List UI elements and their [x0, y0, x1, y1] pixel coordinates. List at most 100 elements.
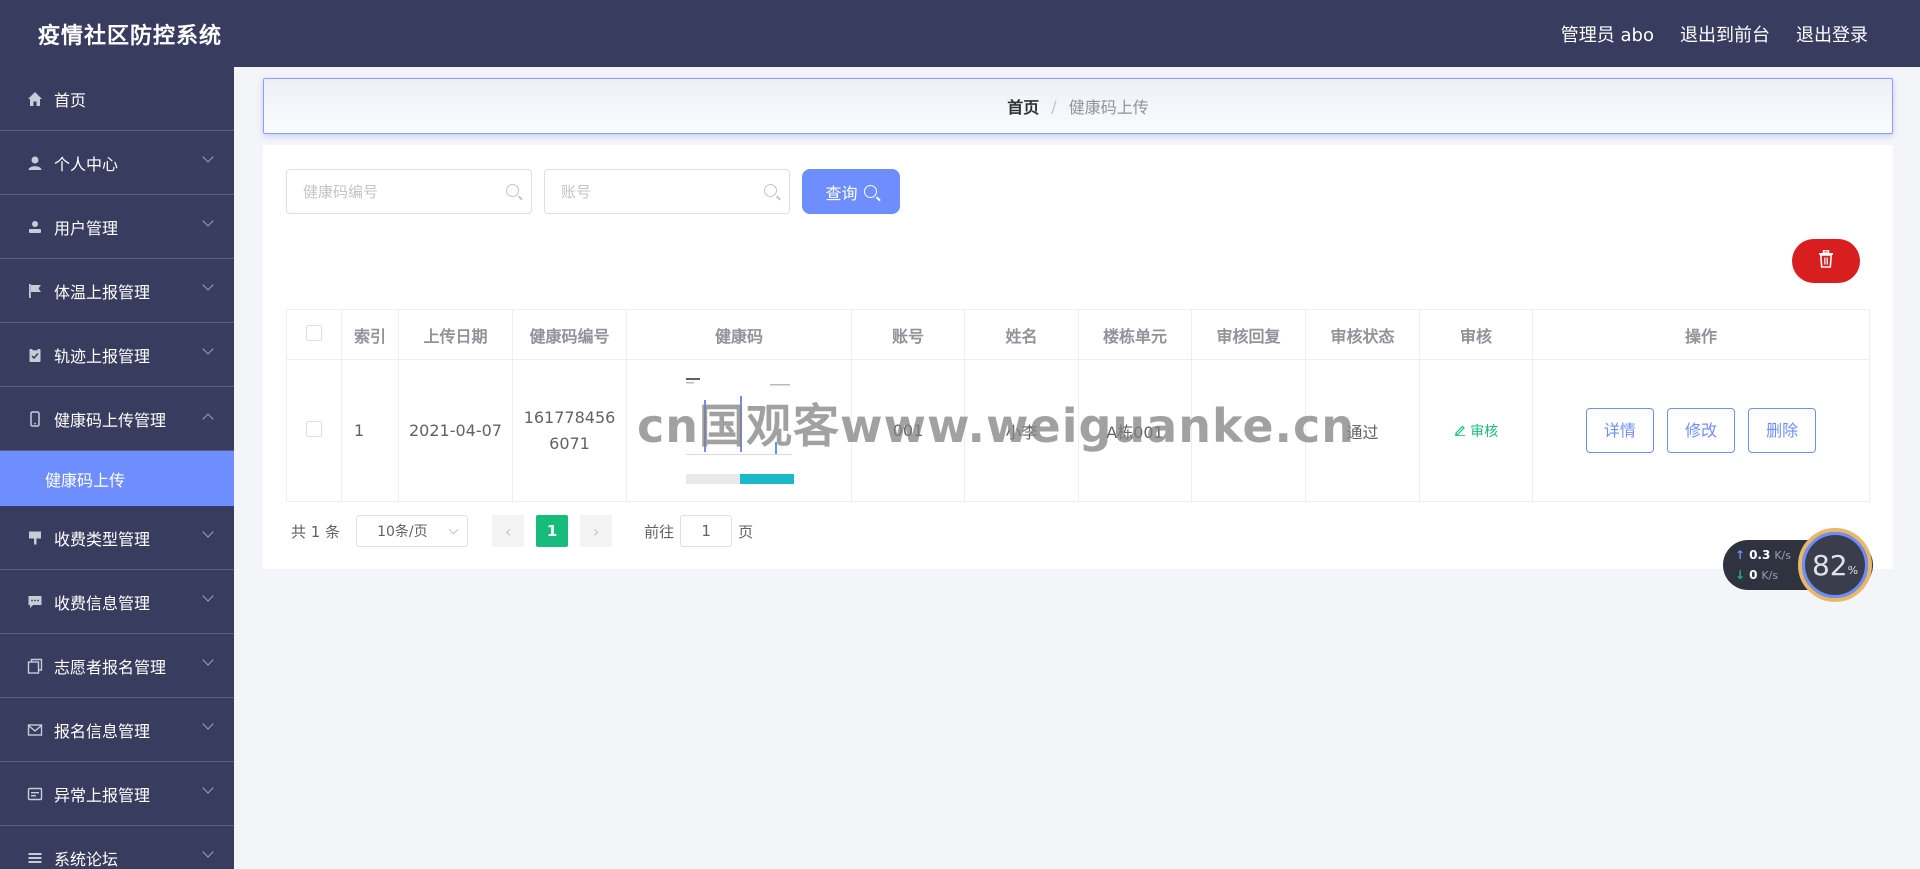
chevron-down-icon [202, 526, 214, 538]
name-cell: 小李 [964, 359, 1079, 502]
sidebar-item-label: 轨迹上报管理 [54, 346, 151, 366]
edit-button[interactable]: 修改 [1667, 408, 1735, 453]
user-icon [26, 154, 44, 172]
row-checkbox[interactable] [306, 420, 322, 437]
message-icon [26, 593, 44, 611]
speed-unit: K/s [1774, 548, 1791, 562]
status-cell: 通过 [1305, 359, 1420, 502]
account-search-input[interactable] [561, 170, 761, 213]
arrow-up-icon: ↑ [1735, 548, 1746, 562]
breadcrumb: 首页 / 健康码上传 [263, 78, 1893, 134]
breadcrumb-current: 健康码上传 [1068, 98, 1149, 117]
audit-link[interactable]: 审核 [1454, 424, 1498, 440]
admin-user-link[interactable]: 管理员 abo [1561, 21, 1654, 47]
account-cell: 001 [851, 359, 965, 502]
sidebar-item-fee-type[interactable]: 收费类型管理 [0, 506, 234, 570]
sidebar-item-label: 首页 [54, 90, 87, 110]
sidebar-subitem-health-code-upload[interactable]: 健康码上传 [0, 451, 234, 506]
speed-unit: K/s [1761, 568, 1779, 582]
sidebar-item-trajectory[interactable]: 轨迹上报管理 [0, 323, 234, 387]
sidebar-item-home[interactable]: 首页 [0, 67, 234, 131]
chevron-down-icon [202, 654, 214, 666]
sidebar-item-label: 体温上报管理 [54, 282, 151, 302]
mail-icon [26, 721, 44, 739]
logout-link[interactable]: 退出登录 [1796, 21, 1868, 47]
search-icon [863, 185, 877, 198]
sidebar-item-health-code-management[interactable]: 健康码上传管理 [0, 387, 234, 451]
sidebar-item-exception-report[interactable]: 异常上报管理 [0, 762, 234, 826]
column-header: 操作 [1532, 309, 1870, 360]
query-button[interactable]: 查询 [802, 169, 900, 214]
sidebar-item-registration[interactable]: 报名信息管理 [0, 698, 234, 762]
table-header-row: 索引 上传日期 健康码编号 健康码 账号 姓名 楼栋单元 审核回复 审核状态 审… [286, 309, 1870, 360]
table-row: 1 2021-04-07 161778456 6071 001 小李 A栋001… [286, 359, 1870, 502]
edit-icon [1454, 424, 1470, 440]
code-search-input[interactable] [303, 170, 503, 213]
detail-button[interactable]: 详情 [1585, 408, 1654, 453]
health-code-image-cell [626, 359, 852, 502]
trash-icon [1818, 250, 1834, 272]
upload-value: 0.3 [1749, 548, 1771, 562]
next-page-button[interactable]: › [580, 515, 613, 547]
pagination: 共 1 条 10条/页 ‹ 1 › 前往 1 页 [291, 515, 753, 547]
page-size-select[interactable]: 10条/页 [356, 515, 469, 547]
search-icon [506, 184, 519, 197]
page-size-value: 10条/页 [377, 524, 428, 540]
sidebar-item-label: 个人中心 [54, 154, 119, 174]
batch-delete-button[interactable] [1792, 239, 1860, 283]
column-header: 姓名 [964, 309, 1079, 360]
health-code-thumbnail[interactable] [684, 375, 794, 486]
column-header: 审核回复 [1191, 309, 1306, 360]
actions-cell: 详情 修改 删除 [1532, 359, 1870, 502]
copy-icon [26, 657, 44, 675]
chevron-down-icon [202, 151, 214, 163]
reply-cell [1191, 359, 1306, 502]
breadcrumb-home[interactable]: 首页 [1007, 94, 1039, 118]
code-number-line: 161778456 [523, 407, 616, 427]
chevron-down-icon [202, 279, 214, 291]
column-header: 审核状态 [1305, 309, 1420, 360]
sidebar-item-personal-center[interactable]: 个人中心 [0, 131, 234, 195]
breadcrumb-separator: / [1051, 96, 1057, 116]
code-number-cell: 161778456 6071 [512, 359, 627, 502]
code-search-field[interactable] [286, 169, 532, 214]
content-card: 查询 索引 上传日期 健康码编号 健康码 账号 姓名 楼栋单元 审核回复 审核状… [263, 145, 1893, 569]
upload-date-cell: 2021-04-07 [398, 359, 513, 502]
health-code-table: 索引 上传日期 健康码编号 健康码 账号 姓名 楼栋单元 审核回复 审核状态 审… [286, 309, 1870, 502]
chevron-right-icon: › [592, 521, 600, 541]
chevron-down-icon [202, 215, 214, 227]
goto-prefix: 前往 [644, 522, 675, 541]
prev-page-button[interactable]: ‹ [492, 515, 525, 547]
sidebar-item-forum[interactable]: 系统论坛 [0, 826, 234, 869]
total-count: 共 1 条 [291, 522, 341, 541]
sidebar-item-user-management[interactable]: 用户管理 [0, 195, 234, 259]
code-number-line: 6071 [549, 433, 590, 453]
delete-button[interactable]: 删除 [1748, 408, 1817, 453]
goto-page-input[interactable]: 1 [680, 515, 733, 547]
column-header: 索引 [341, 309, 399, 360]
sidebar-item-volunteer[interactable]: 志愿者报名管理 [0, 634, 234, 698]
memory-usage-gauge[interactable]: 82% [1798, 528, 1872, 602]
sidebar-item-label: 志愿者报名管理 [54, 657, 167, 677]
download-value: 0 [1749, 568, 1758, 582]
select-all-header [286, 309, 342, 360]
gauge-value: 82 [1811, 548, 1848, 582]
upload-speed: ↑ 0.3 K/s [1735, 548, 1791, 562]
sidebar-item-label: 用户管理 [54, 218, 119, 238]
page-number-current[interactable]: 1 [536, 515, 569, 547]
column-header: 上传日期 [398, 309, 513, 360]
flag-icon [26, 282, 44, 300]
app-title: 疫情社区防控系统 [38, 23, 223, 49]
sidebar-item-fee-info[interactable]: 收费信息管理 [0, 570, 234, 634]
goto-suffix: 页 [738, 522, 754, 541]
account-search-field[interactable] [544, 169, 790, 214]
column-header: 健康码 [626, 309, 852, 360]
chevron-down-icon [202, 343, 214, 355]
exit-to-front-link[interactable]: 退出到前台 [1680, 21, 1770, 47]
home-icon [26, 90, 44, 108]
select-all-checkbox[interactable] [306, 324, 322, 341]
chevron-down-icon [202, 590, 214, 602]
query-button-label: 查询 [825, 183, 858, 203]
sidebar-item-temperature[interactable]: 体温上报管理 [0, 259, 234, 323]
audit-label: 审核 [1470, 423, 1499, 440]
